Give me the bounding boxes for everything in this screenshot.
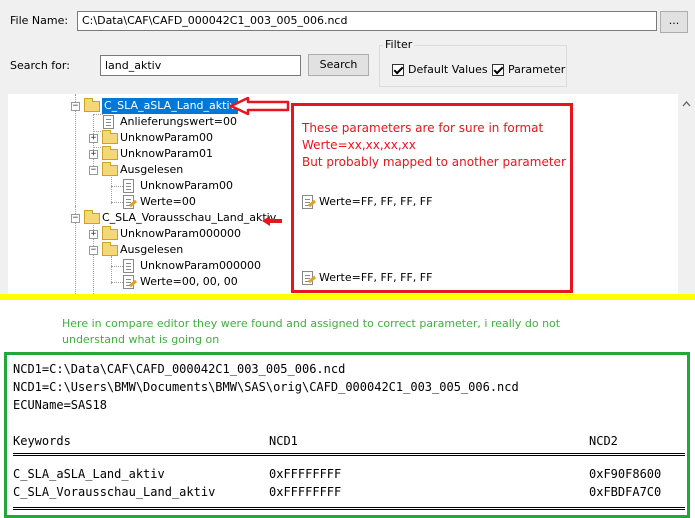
left-arrow-icon — [229, 96, 290, 116]
annotation-box: These parameters are for sure in format … — [291, 103, 573, 293]
annotation-line-3: But probably mapped to another parameter — [302, 155, 566, 169]
tree-node-label: Ausgelesen — [120, 243, 184, 256]
tree-scrollbar[interactable] — [678, 94, 695, 294]
ecu-name-line: ECUName=SAS18 — [13, 398, 107, 412]
folder-open-icon — [102, 162, 118, 176]
expand-icon[interactable]: + — [89, 230, 98, 239]
file-name-input[interactable]: C:\Data\CAF\CAFD_000042C1_003_005_006.nc… — [77, 11, 657, 31]
tree-node-werte-2[interactable]: Werte=00, 00, 00 — [8, 274, 308, 290]
compare-area: Here in compare editor they were found a… — [0, 300, 695, 518]
search-input[interactable]: land_aktiv — [100, 55, 301, 76]
file-icon — [103, 115, 114, 129]
annotation-line-1: These parameters are for sure in format — [302, 121, 544, 135]
annotation-value-2-text: Werte=FF, FF, FF, FF — [319, 271, 433, 284]
compare-note: Here in compare editor they were found a… — [62, 317, 561, 346]
collapse-icon[interactable]: − — [89, 246, 98, 255]
tree-node-label: Werte=00 — [140, 195, 196, 208]
collapse-icon[interactable]: − — [89, 166, 98, 175]
tree-node-label: Werte=00, 00, 00 — [140, 275, 238, 288]
collapse-icon[interactable]: − — [71, 214, 80, 223]
ncd1-line-2: NCD1=C:\Users\BMW\Documents\BMW\SAS\orig… — [13, 380, 519, 394]
search-button[interactable]: Search — [308, 54, 369, 76]
tree-node-ausgelesen[interactable]: − Ausgelesen — [8, 162, 308, 178]
folder-open-icon — [84, 98, 100, 112]
filter-title: Filter — [383, 38, 415, 51]
folder-open-icon — [84, 210, 100, 224]
annotation-line-2: Werte=xx,xx,xx,xx — [302, 138, 416, 152]
folder-icon — [102, 146, 118, 160]
row-2-keyword: C_SLA_Vorausschau_Land_aktiv — [13, 485, 216, 499]
row-1-ncd1: 0xFFFFFFFF — [269, 467, 342, 481]
search-label: Search for: — [10, 59, 70, 72]
file-name-label: File Name: — [10, 14, 69, 27]
row-1-ncd2: 0xF90F8600 — [589, 467, 662, 481]
left-arrow-icon-small — [262, 216, 282, 226]
default-values-label: Default Values — [408, 63, 488, 76]
edit-file-icon — [123, 275, 134, 289]
annotation-value-1-text: Werte=FF, FF, FF, FF — [319, 195, 433, 208]
expand-icon[interactable]: + — [89, 150, 98, 159]
tree-node-label: Ausgelesen — [120, 163, 184, 176]
tree-node-label: UnknowParam00 — [140, 179, 233, 192]
row-2-ncd1: 0xFFFFFFFF — [269, 485, 342, 499]
tree-node-unknowparam00-value[interactable]: UnknowParam00 — [8, 178, 308, 194]
tree-node-label: UnknowParam00 — [120, 131, 213, 144]
parameter-checkbox[interactable] — [492, 64, 504, 76]
tree-node-unknowparam00[interactable]: + UnknowParam00 — [8, 130, 308, 146]
tree-node-label: C_SLA_Vorausschau_Land_aktiv — [102, 211, 277, 224]
scroll-up-icon — [682, 101, 691, 107]
edit-file-icon — [302, 271, 313, 285]
tree-node-label: Anlieferungswert=00 — [120, 115, 238, 128]
tree-node-unknowparam01[interactable]: + UnknowParam01 — [8, 146, 308, 162]
edit-file-icon — [123, 195, 134, 209]
folder-icon — [102, 226, 118, 240]
scrollbar-arrows — [682, 101, 691, 107]
tree-node-label: UnknowParam000000 — [140, 259, 261, 272]
header-ncd1: NCD1 — [269, 434, 298, 448]
browse-button[interactable]: ... — [660, 11, 688, 33]
header-rule — [13, 453, 685, 456]
folder-open-icon — [102, 242, 118, 256]
header-keywords: Keywords — [13, 434, 71, 448]
tree-node-unknowparam000000-value[interactable]: UnknowParam000000 — [8, 258, 308, 274]
edit-file-icon — [302, 195, 313, 209]
file-icon — [123, 259, 134, 273]
expand-icon[interactable]: + — [89, 134, 98, 143]
header-ncd2: NCD2 — [589, 434, 618, 448]
row-2-ncd2: 0xFBDFA7C0 — [589, 485, 662, 499]
ncd1-line-1: NCD1=C:\Data\CAF\CAFD_000042C1_003_005_0… — [13, 362, 346, 376]
tree-node-label: UnknowParam000000 — [120, 227, 241, 240]
tree-node-ausgelesen-2[interactable]: − Ausgelesen — [8, 242, 308, 258]
file-icon — [123, 179, 134, 193]
footer-rule — [13, 507, 685, 510]
collapse-icon[interactable]: − — [71, 102, 80, 111]
folder-icon — [102, 130, 118, 144]
tree-node-label: C_SLA_aSLA_Land_aktiv — [102, 98, 239, 114]
parameter-label: Parameter — [508, 63, 566, 76]
tree-node-werte[interactable]: Werte=00 — [8, 194, 308, 210]
compare-editor-box: NCD1=C:\Data\CAF\CAFD_000042C1_003_005_0… — [4, 352, 690, 518]
tree-node-unknowparam000000[interactable]: + UnknowParam000000 — [8, 226, 308, 242]
tree-node-label: UnknowParam01 — [120, 147, 213, 160]
row-1-keyword: C_SLA_aSLA_Land_aktiv — [13, 467, 165, 481]
default-values-checkbox[interactable] — [392, 64, 404, 76]
